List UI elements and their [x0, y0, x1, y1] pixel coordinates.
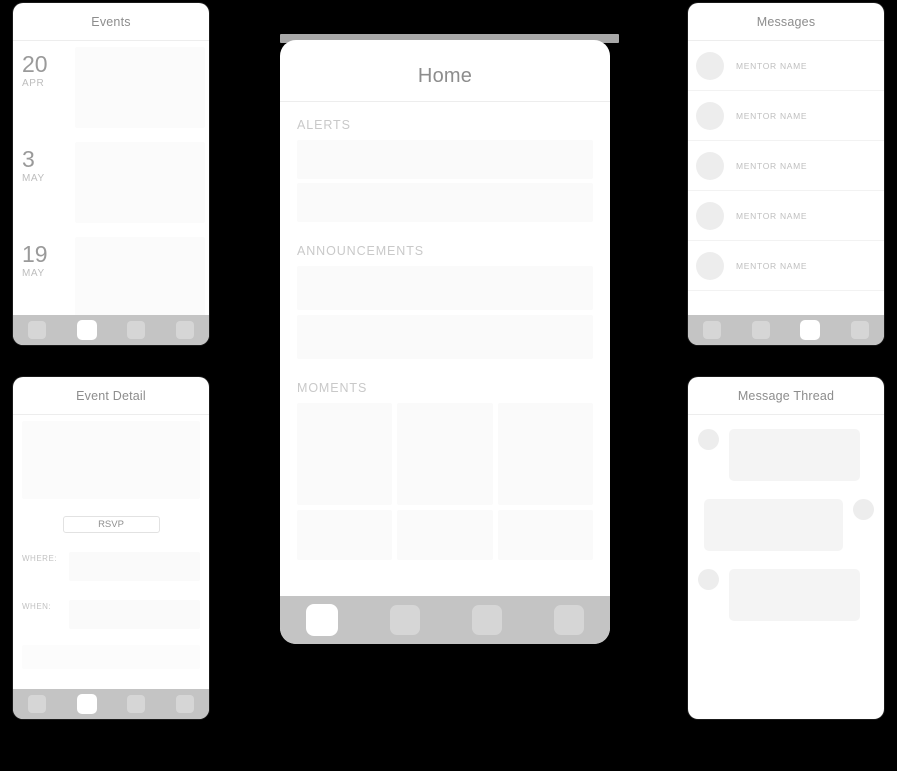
home-screen-panel: Home ALERTS ANNOUNCEMENTS MOMENTS — [280, 40, 610, 644]
message-bubble-row-incoming — [698, 429, 874, 481]
event-description-placeholder — [22, 645, 200, 669]
avatar — [696, 51, 724, 80]
event-detail-body: RSVP WHERE: WHEN: — [13, 421, 209, 669]
events-screen-title: Events — [13, 3, 209, 41]
tab-bar-item-3[interactable] — [800, 320, 821, 340]
tab-bar-item-3[interactable] — [472, 605, 502, 635]
event-detail-screen-title: Event Detail — [13, 377, 209, 415]
moment-tile[interactable] — [397, 510, 493, 560]
messages-screen-title: Messages — [688, 3, 884, 41]
tab-bar-item-1[interactable] — [306, 604, 338, 636]
messages-list: MENTOR NAME MENTOR NAME MENTOR NAME MENT… — [688, 41, 884, 291]
messages-screen-panel: Messages MENTOR NAME MENTOR NAME MENTOR … — [688, 3, 884, 345]
alert-item[interactable] — [297, 140, 593, 179]
event-detail-screen-panel: Event Detail RSVP WHERE: WHEN: — [13, 377, 209, 719]
message-list-item[interactable]: MENTOR NAME — [688, 241, 884, 291]
event-list-item[interactable]: 3 MAY — [13, 140, 209, 235]
tab-bar-item-2[interactable] — [390, 605, 420, 635]
message-list-item[interactable]: MENTOR NAME — [688, 141, 884, 191]
event-date: 20 APR — [13, 45, 75, 140]
event-when-value-placeholder — [69, 600, 200, 629]
mentor-name-label: MENTOR NAME — [736, 260, 808, 271]
event-list-item[interactable]: 20 APR — [13, 45, 209, 140]
alert-item[interactable] — [297, 183, 593, 222]
message-bubble[interactable] — [704, 499, 843, 551]
event-where-value-placeholder — [69, 552, 200, 581]
event-thumbnail-placeholder — [75, 47, 205, 128]
announcement-item[interactable] — [297, 315, 593, 359]
event-hero-image-placeholder — [22, 421, 200, 499]
message-thread-body — [688, 415, 884, 621]
home-body: ALERTS ANNOUNCEMENTS MOMENTS — [280, 102, 610, 596]
avatar — [696, 201, 724, 230]
avatar — [696, 101, 724, 130]
message-list-item[interactable]: MENTOR NAME — [688, 41, 884, 91]
tab-bar-item-2[interactable] — [76, 694, 97, 714]
event-when-label: WHEN: — [22, 602, 52, 611]
moment-tile[interactable] — [397, 403, 493, 505]
event-where-label: WHERE: — [22, 554, 57, 563]
home-screen-title: Home — [280, 40, 610, 102]
avatar — [696, 251, 724, 280]
message-bubble[interactable] — [729, 429, 860, 481]
tab-bar-item-1[interactable] — [703, 321, 722, 339]
message-list-item[interactable]: MENTOR NAME — [688, 191, 884, 241]
tab-bar-item-2[interactable] — [751, 321, 770, 339]
mentor-name-label: MENTOR NAME — [736, 160, 808, 171]
tab-bar-item-3[interactable] — [127, 321, 146, 339]
tab-bar-item-2[interactable] — [76, 320, 97, 340]
event-date: 3 MAY — [13, 140, 75, 235]
moment-tile[interactable] — [497, 403, 593, 505]
event-detail-tab-bar — [13, 689, 209, 719]
event-month: MAY — [22, 173, 45, 184]
moment-tile[interactable] — [297, 510, 393, 560]
event-day: 19 — [22, 241, 48, 267]
event-thumbnail-placeholder — [75, 142, 205, 223]
event-where-row: WHERE: — [13, 552, 209, 581]
tab-bar-item-4[interactable] — [850, 321, 869, 339]
tab-bar-item-3[interactable] — [127, 695, 146, 713]
avatar — [698, 429, 719, 450]
moments-grid — [297, 403, 593, 560]
event-month: APR — [22, 78, 45, 89]
message-bubble[interactable] — [729, 569, 860, 621]
home-device-frame: Home ALERTS ANNOUNCEMENTS MOMENTS — [280, 34, 619, 644]
avatar — [698, 569, 719, 590]
tab-bar-item-4[interactable] — [175, 695, 194, 713]
mentor-name-label: MENTOR NAME — [736, 110, 808, 121]
messages-tab-bar — [688, 315, 884, 345]
message-bubble-row-incoming — [698, 569, 874, 621]
mentor-name-label: MENTOR NAME — [736, 60, 808, 71]
event-month: MAY — [22, 268, 45, 279]
avatar — [853, 499, 874, 520]
moment-tile[interactable] — [497, 510, 593, 560]
event-thumbnail-placeholder — [75, 237, 205, 318]
announcements-section-label: ANNOUNCEMENTS — [297, 244, 424, 258]
announcement-item[interactable] — [297, 266, 593, 310]
tab-bar-item-4[interactable] — [175, 321, 194, 339]
event-when-row: WHEN: — [13, 600, 209, 629]
event-day: 20 — [22, 51, 48, 77]
alerts-section-label: ALERTS — [297, 118, 351, 132]
tab-bar-item-1[interactable] — [28, 695, 47, 713]
tab-bar-item-1[interactable] — [28, 321, 47, 339]
mentor-name-label: MENTOR NAME — [736, 210, 808, 221]
home-tab-bar — [280, 596, 610, 644]
events-tab-bar — [13, 315, 209, 345]
event-day: 3 — [22, 146, 35, 172]
rsvp-button[interactable]: RSVP — [62, 516, 160, 533]
moment-tile[interactable] — [297, 403, 393, 505]
events-screen-panel: Events 20 APR 3 MAY 19 MAY — [13, 3, 209, 345]
tab-bar-item-4[interactable] — [554, 605, 584, 635]
message-thread-screen-title: Message Thread — [688, 377, 884, 415]
message-bubble-row-outgoing — [698, 499, 874, 551]
message-thread-screen-panel: Message Thread — [688, 377, 884, 719]
moments-section-label: MOMENTS — [297, 381, 368, 395]
message-list-item[interactable]: MENTOR NAME — [688, 91, 884, 141]
events-list: 20 APR 3 MAY 19 MAY — [13, 41, 209, 330]
avatar — [696, 151, 724, 180]
